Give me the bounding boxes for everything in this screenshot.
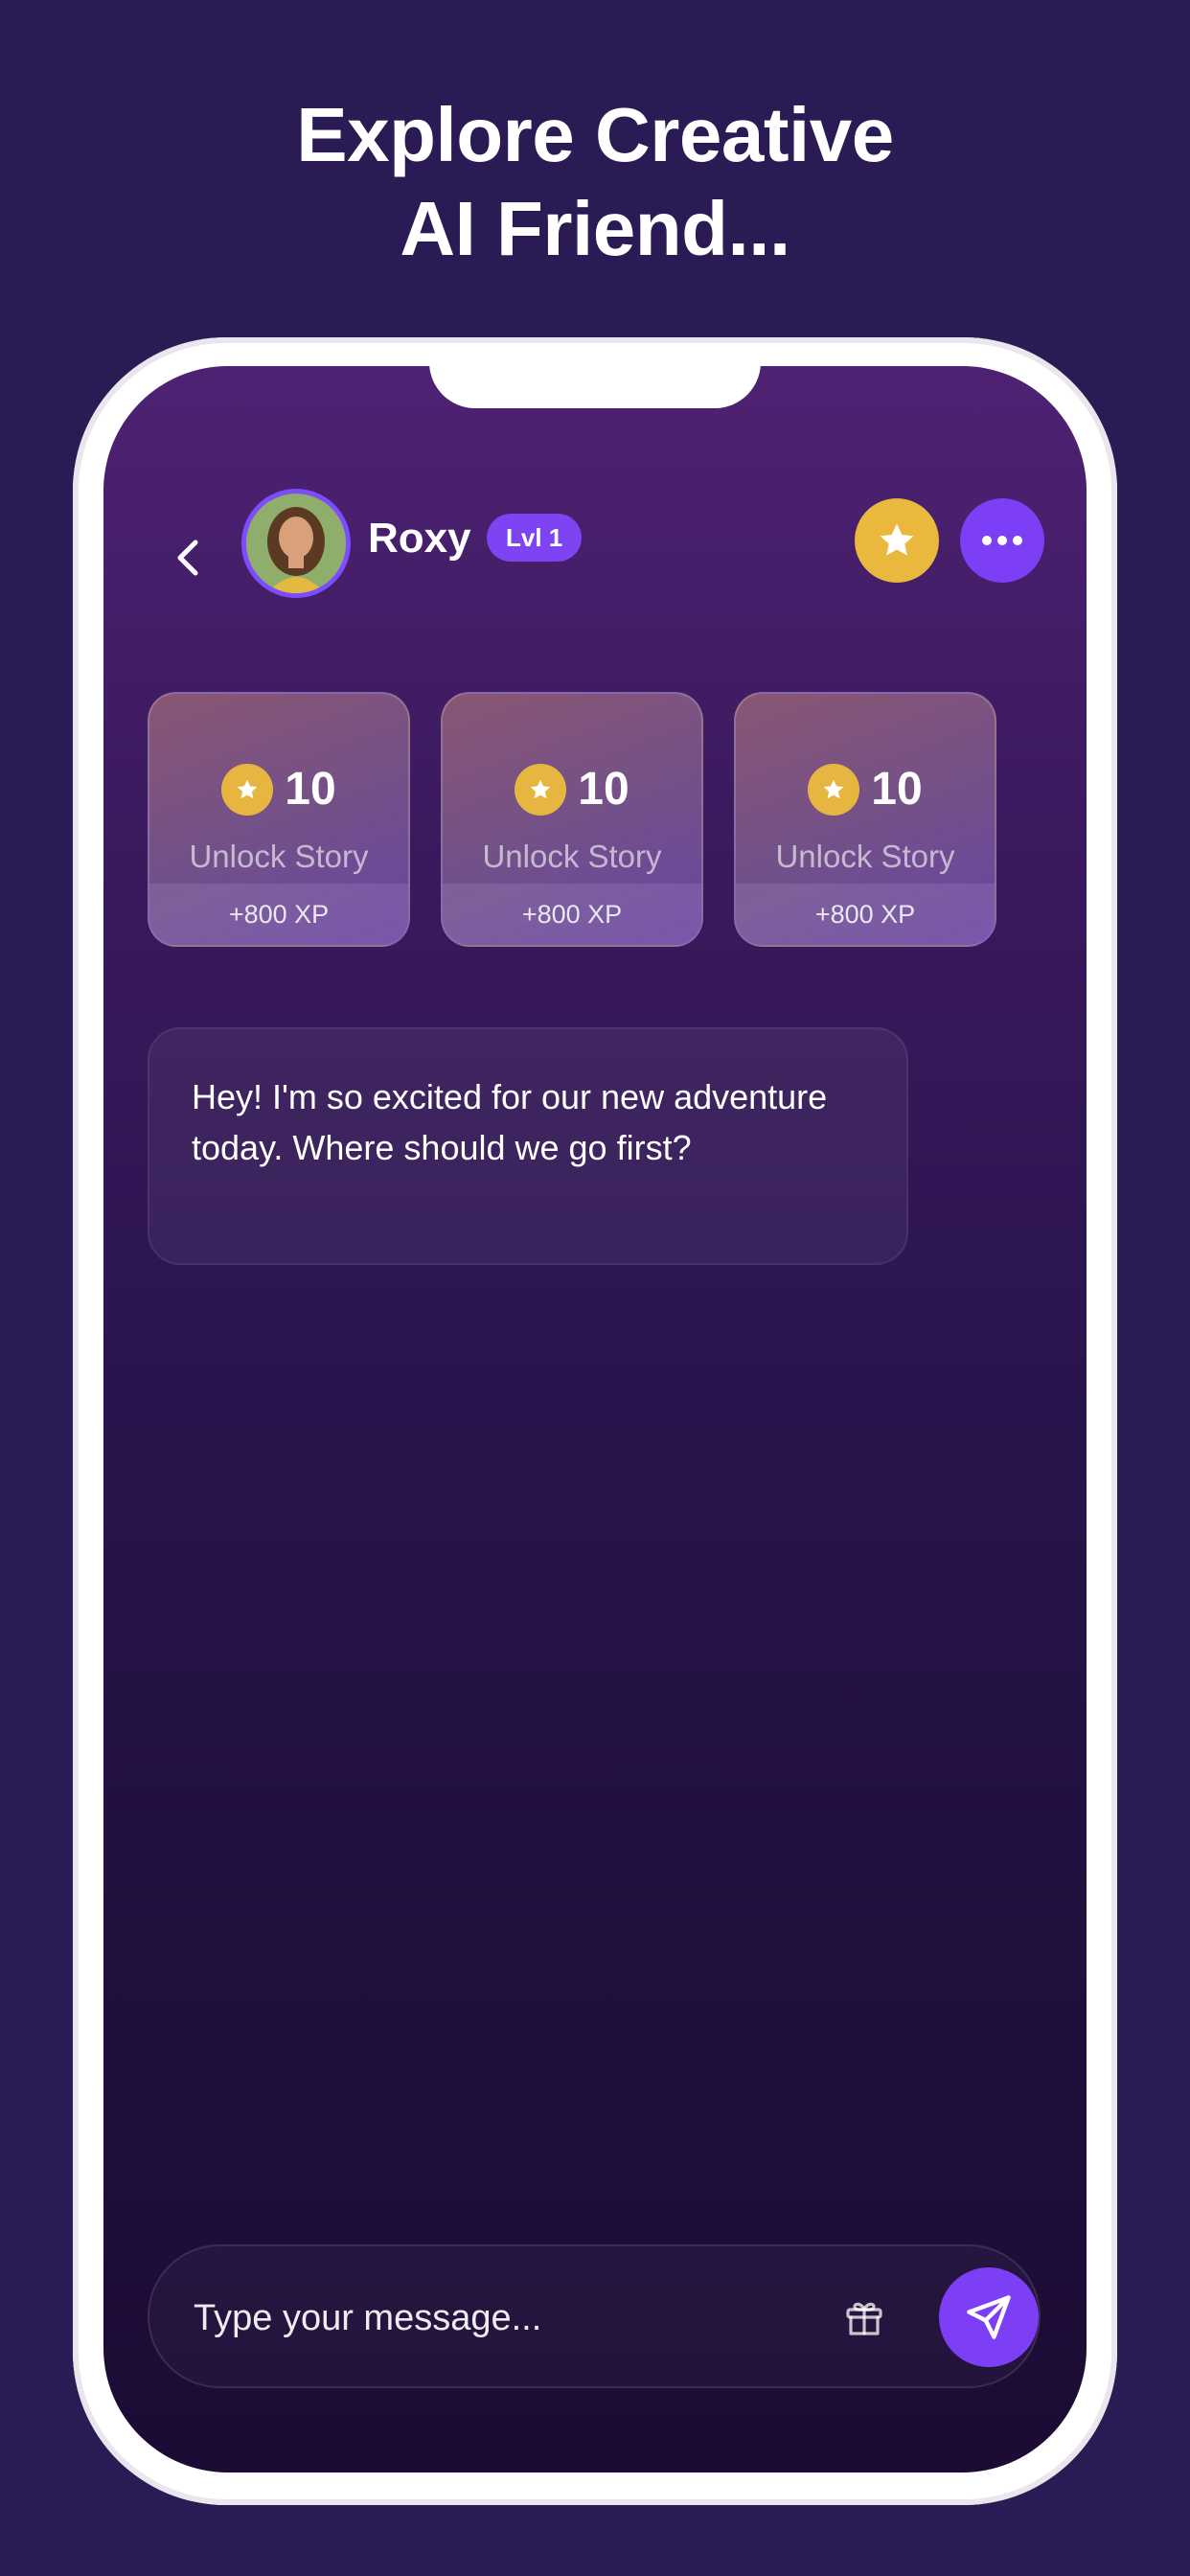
back-button[interactable]	[159, 529, 217, 586]
card-label: Unlock Story	[775, 839, 955, 874]
chat-screen: Roxy Lvl 1 10 Unlock Story +800 XP 10 Un…	[103, 366, 1087, 2472]
card-label: Unlock Story	[189, 839, 369, 874]
card-xp: +800 XP	[149, 884, 408, 945]
card-cost-value: 10	[578, 764, 629, 815]
unlock-story-card[interactable]: 10 Unlock Story +800 XP	[441, 692, 703, 947]
character-name: Roxy	[368, 515, 471, 562]
coin-star-icon	[515, 764, 567, 816]
card-label: Unlock Story	[482, 839, 662, 874]
card-xp: +800 XP	[443, 884, 701, 945]
message-input[interactable]	[192, 2288, 790, 2348]
phone-notch	[429, 366, 761, 408]
send-button[interactable]	[939, 2267, 1039, 2367]
chevron-left-icon	[177, 540, 198, 576]
card-cost-value: 10	[285, 764, 336, 815]
more-horizontal-icon	[982, 536, 1022, 545]
message-bubble: Hey! I'm so excited for our new adventur…	[148, 1027, 908, 1265]
card-cost: 10	[149, 763, 408, 816]
card-cost: 10	[443, 763, 701, 816]
unlock-story-card[interactable]: 10 Unlock Story +800 XP	[734, 692, 996, 947]
more-options-button[interactable]	[960, 498, 1044, 583]
star-icon	[880, 523, 914, 556]
coin-star-icon	[221, 764, 274, 816]
send-icon	[967, 2295, 1011, 2339]
card-cost-value: 10	[871, 764, 923, 815]
coin-star-icon	[808, 764, 860, 816]
avatar-portrait	[246, 494, 346, 593]
card-cost: 10	[736, 763, 995, 816]
favorite-button[interactable]	[855, 498, 939, 583]
headline-line-1: Explore Creative	[296, 92, 894, 177]
level-badge: Lvl 1	[487, 514, 583, 562]
page-headline: Explore Creative AI Friend...	[0, 88, 1190, 276]
message-composer	[148, 2244, 1041, 2388]
avatar[interactable]	[241, 489, 351, 598]
unlock-story-card[interactable]: 10 Unlock Story +800 XP	[148, 692, 410, 947]
gift-icon	[846, 2302, 882, 2335]
card-xp: +800 XP	[736, 884, 995, 945]
headline-line-2: AI Friend...	[400, 186, 790, 271]
gift-button[interactable]	[837, 2290, 891, 2344]
